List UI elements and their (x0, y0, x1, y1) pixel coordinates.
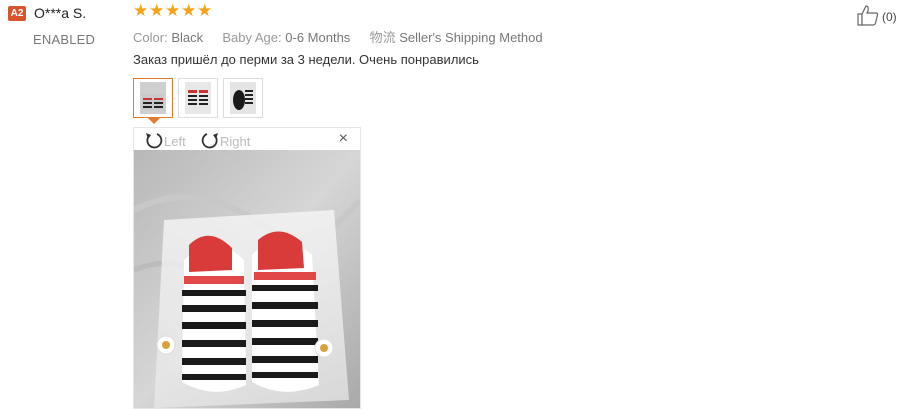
thumbnail-image (140, 82, 166, 114)
attr-color-value: Black (171, 30, 204, 45)
thumbnail-image (230, 82, 256, 114)
review-comment: Заказ пришёл до перми за 3 недели. Очень… (133, 52, 479, 67)
star-icon: ★ (149, 1, 165, 20)
reviewer-status: ENABLED (33, 32, 96, 47)
star-icon: ★ (197, 1, 213, 20)
star-icon: ★ (133, 1, 149, 20)
close-icon[interactable]: × (339, 130, 348, 148)
thumbnail-1[interactable] (133, 78, 173, 124)
star-icon: ★ (181, 1, 197, 20)
rotate-toolbar: Left Right × (134, 128, 360, 150)
rotate-left-label: Left (164, 134, 186, 149)
thumbnail-image (185, 82, 211, 114)
attr-color-key: Color: (133, 30, 168, 45)
thumbnail-2[interactable] (178, 78, 218, 118)
rotate-right-label: Right (220, 134, 251, 149)
thumbnail-3[interactable] (223, 78, 263, 118)
attr-shipping-value: Seller's Shipping Method (399, 30, 543, 45)
review-thumbnails (133, 78, 263, 124)
reviewer-name: O***a S. (34, 5, 87, 21)
like-button[interactable]: (0) (856, 4, 897, 29)
thumbs-up-icon (856, 4, 880, 29)
country-flag-badge: A2 (8, 6, 26, 21)
star-rating: ★ ★ ★ ★ ★ (133, 1, 213, 20)
attr-baby-age-key: Baby Age: (222, 30, 282, 45)
attr-baby-age-value: 0-6 Months (285, 30, 351, 45)
star-icon: ★ (165, 1, 181, 20)
review-photo (134, 150, 360, 408)
image-viewer: Left Right × (133, 127, 361, 409)
like-count: (0) (882, 9, 897, 24)
attr-shipping-key: 物流 (369, 30, 396, 45)
order-attributes: Color: Black Baby Age: 0-6 Months 物流 Sel… (133, 27, 543, 46)
